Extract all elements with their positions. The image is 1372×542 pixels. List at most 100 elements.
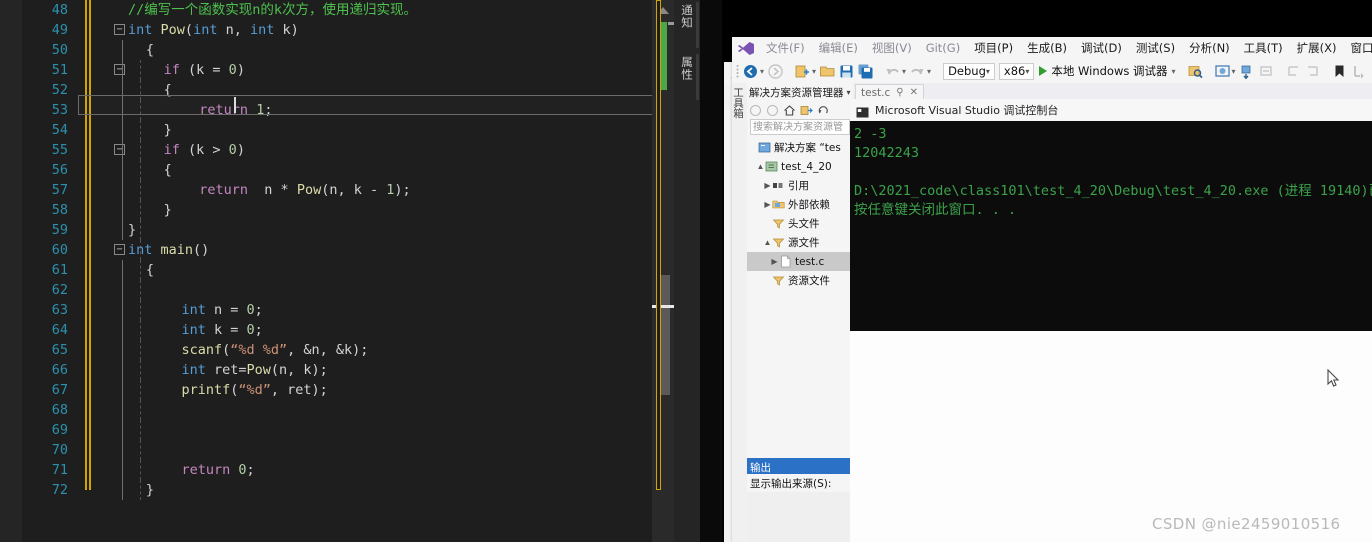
vs-menu-10[interactable]: 扩展(X) [1290, 40, 1344, 56]
fold-toggle-icon[interactable]: − [114, 244, 125, 255]
tree-item-1[interactable]: ▲ test_4_20 [747, 157, 853, 176]
code-line[interactable]: 69 [22, 420, 652, 440]
code-line[interactable]: 68 [22, 400, 652, 420]
debug-console-window[interactable]: Microsoft Visual Studio 调试控制台 2 -3 120422… [850, 99, 1372, 542]
platform-dropdown[interactable]: x86 ▾ [998, 62, 1035, 80]
tree-item-4[interactable]: 头文件 [747, 214, 853, 233]
solution-explorer-search-input[interactable]: 搜索解决方案资源管 [750, 119, 850, 135]
vs-menu-2[interactable]: 视图(V) [865, 40, 919, 56]
code-line[interactable]: 54} [22, 120, 652, 140]
tree-item-0[interactable]: 解决方案 “tes [747, 138, 853, 157]
code-line[interactable]: 49− int Pow(int n, int k) [22, 20, 652, 40]
save-icon[interactable] [838, 63, 855, 80]
output-panel[interactable]: 输出 显示输出来源(S): [747, 458, 853, 542]
vs-menu-5[interactable]: 生成(B) [1020, 40, 1074, 56]
tree-item-7[interactable]: 资源文件 [747, 271, 853, 290]
solution-explorer-toolbar[interactable] [747, 101, 853, 119]
code-line[interactable]: 71 return 0; [22, 460, 652, 480]
fold-toggle-icon[interactable]: − [114, 144, 125, 155]
code-line[interactable]: 66 int ret=Pow(n, k); [22, 360, 652, 380]
vs-menu-9[interactable]: 工具(T) [1237, 40, 1290, 56]
step-into-icon[interactable] [1239, 63, 1256, 80]
code-line[interactable]: 63 int n = 0; [22, 300, 652, 320]
se-refresh-icon[interactable] [817, 104, 830, 117]
new-project-icon[interactable] [794, 63, 811, 80]
tree-expand-arrow-icon[interactable]: ▲ [756, 162, 765, 171]
vs-menu-1[interactable]: 编辑(E) [812, 40, 865, 56]
toolbar-grip-icon[interactable] [734, 63, 741, 79]
toolbox-label[interactable]: 工具箱 [732, 87, 746, 119]
vs-menu-0[interactable]: 文件(F) [759, 40, 812, 56]
screenshot-icon[interactable] [1214, 63, 1231, 80]
code-line[interactable]: 61 { [22, 260, 652, 280]
fold-toggle-icon[interactable]: − [114, 64, 125, 75]
code-line[interactable]: 62 [22, 280, 652, 300]
code-line[interactable]: 50 { [22, 40, 652, 60]
back-arrow-icon[interactable] [742, 63, 759, 80]
code-line[interactable]: 72} [22, 480, 652, 500]
output-panel-body[interactable] [747, 492, 853, 542]
console-lower-area [850, 331, 1372, 542]
tree-item-2[interactable]: ▶ 引用 [747, 176, 853, 195]
code-line[interactable]: 70 [22, 440, 652, 460]
solution-explorer-panel[interactable]: 解决方案资源管理器 ▾ ⚲ [747, 83, 862, 458]
vertical-tab-properties[interactable]: 属性 [678, 56, 695, 81]
back-chevron-down-icon[interactable]: ▾ [760, 67, 764, 76]
vs-toolbar[interactable]: ▾ ▾ ▾ ▾ Debug ▾ x86 ▾ 本地 Windows 调试器 ▾ ▾ [732, 59, 1372, 83]
code-token: “%d” [238, 382, 271, 398]
se-home-icon[interactable] [783, 104, 796, 117]
vs-menu-4[interactable]: 项目(P) [967, 40, 1020, 56]
vs-menu-6[interactable]: 调试(D) [1074, 40, 1129, 56]
fold-toggle-icon[interactable]: − [114, 24, 125, 35]
solution-explorer-chevron-down-icon[interactable]: ▾ [847, 88, 851, 97]
tree-expand-arrow-icon[interactable]: ▶ [770, 257, 779, 266]
code-line[interactable]: 57 return n * Pow(n, k - 1); [22, 180, 652, 200]
configuration-dropdown[interactable]: Debug ▾ [943, 62, 995, 80]
open-folder-icon[interactable] [819, 63, 836, 80]
visual-studio-window[interactable]: 文件(F) 编辑(E) 视图(V) Git(G) 项目(P) 生成(B) 调试(D) 测试(S… [732, 37, 1372, 542]
platform-chevron-down-icon: ▾ [1025, 66, 1030, 76]
tree-expand-arrow-icon[interactable]: ▲ [763, 238, 772, 247]
vs-menu-11[interactable]: 窗口(W) [1344, 40, 1372, 56]
code-line[interactable]: 60 − int main() [22, 240, 652, 260]
code-line[interactable]: 67 printf(“%d”, ret); [22, 380, 652, 400]
code-text-area[interactable]: 48//编写一个函数实现n的k次方，使用递归实现。 49− int Pow(int … [22, 0, 652, 542]
vs-menu-8[interactable]: 分析(N) [1182, 40, 1237, 56]
screenshot-chevron-down-icon[interactable]: ▾ [1232, 67, 1236, 76]
se-back-icon[interactable] [749, 104, 762, 117]
save-all-icon[interactable] [857, 63, 874, 80]
code-line[interactable]: 55 − if (k > 0) [22, 140, 652, 160]
se-forward-icon[interactable] [766, 104, 779, 117]
find-icon[interactable] [1187, 63, 1204, 80]
tree-item-6[interactable]: ▶ test.c [747, 252, 853, 271]
tree-expand-arrow-icon[interactable]: ▶ [763, 200, 772, 209]
output-source-row[interactable]: 显示输出来源(S): [747, 474, 853, 492]
se-sync-icon[interactable] [800, 104, 813, 117]
vs-toolbox-strip[interactable]: 工具箱 [732, 83, 748, 542]
code-line[interactable]: 48 //编写一个函数实现n的k次方，使用递归实现。 [22, 0, 652, 20]
solution-explorer-tree[interactable]: 解决方案 “tes ▲ test_4_20 ▶ 引用 ▶ 外部依赖 头文件 ▲ 源文件 ▶ test.… [747, 138, 853, 290]
vertical-tab-notifications[interactable]: 通知 [678, 4, 695, 29]
code-editor-pane[interactable]: 48//编写一个函数实现n的k次方，使用递归实现。 49− int Pow(int … [0, 0, 722, 542]
tree-expand-arrow-icon[interactable]: ▶ [763, 181, 772, 190]
run-debugger-label[interactable]: 本地 Windows 调试器 [1051, 63, 1167, 79]
code-line[interactable]: 58} [22, 200, 652, 220]
code-line[interactable]: 65 scanf(“%d %d”, &n, &k); [22, 340, 652, 360]
code-line[interactable]: 59} [22, 220, 652, 240]
tab-pin-icon[interactable]: ⚲ [896, 87, 903, 98]
bookmark-icon[interactable] [1331, 63, 1348, 80]
run-chevron-down-icon[interactable]: ▾ [1172, 67, 1176, 76]
code-line[interactable]: 64 int k = 0; [22, 320, 652, 340]
tree-item-3[interactable]: ▶ 外部依赖 [747, 195, 853, 214]
vs-menu-bar[interactable]: 文件(F) 编辑(E) 视图(V) Git(G) 项目(P) 生成(B) 调试(D) 测试(S… [732, 37, 1372, 59]
code-line[interactable]: 56 { [22, 160, 652, 180]
vs-menu-7[interactable]: 测试(S) [1129, 40, 1182, 56]
tab-close-icon[interactable]: ✕ [910, 87, 918, 98]
editor-vertical-tabs[interactable]: 通知 属性 [674, 0, 700, 542]
new-project-chevron-down-icon[interactable]: ▾ [812, 67, 816, 76]
tree-item-5[interactable]: ▲ 源文件 [747, 233, 853, 252]
run-play-icon[interactable] [1039, 66, 1048, 76]
code-line[interactable]: 51 − if (k = 0) [22, 60, 652, 80]
editor-scrollbar[interactable] [652, 0, 674, 542]
vs-menu-3[interactable]: Git(G) [919, 41, 968, 55]
